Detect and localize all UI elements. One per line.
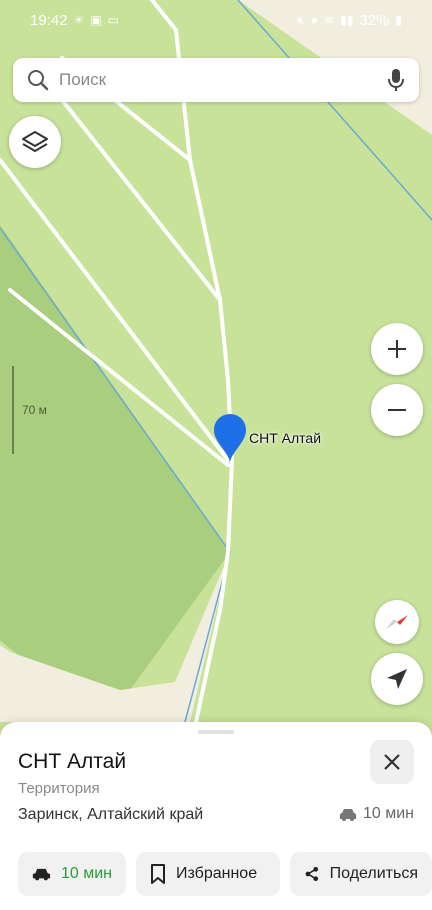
microphone-icon[interactable] bbox=[387, 68, 405, 92]
drag-handle[interactable] bbox=[198, 730, 234, 734]
search-icon bbox=[28, 70, 49, 91]
share-icon bbox=[305, 866, 319, 882]
favorite-button-label: Избранное bbox=[176, 865, 258, 882]
scale-label: 70 м bbox=[22, 403, 47, 417]
navigation-arrow-icon bbox=[387, 669, 407, 689]
travel-time: 10 мин bbox=[339, 805, 414, 823]
status-time: 19:42 bbox=[30, 11, 68, 29]
zoom-in-button[interactable] bbox=[371, 323, 423, 375]
zoom-out-button[interactable] bbox=[371, 384, 423, 436]
pin-label[interactable]: СНТ Алтай bbox=[249, 430, 321, 446]
pin-icon bbox=[214, 414, 246, 462]
brightness-icon: ☀ bbox=[73, 13, 85, 27]
compass-button[interactable] bbox=[375, 600, 419, 644]
image-icon: ▣ bbox=[90, 13, 102, 27]
place-title: СНТ Алтай bbox=[18, 750, 127, 773]
action-row: 10 мин Избранное Поделиться bbox=[18, 852, 432, 896]
share-button[interactable]: Поделиться bbox=[290, 852, 432, 896]
scale-bar bbox=[12, 366, 14, 454]
minus-icon bbox=[388, 409, 406, 411]
wifi-icon: ≋ bbox=[324, 13, 335, 27]
route-button-label: 10 мин bbox=[60, 865, 112, 882]
route-button[interactable]: 10 мин bbox=[18, 852, 126, 896]
place-type: Территория bbox=[18, 780, 100, 797]
search-input[interactable]: Поиск bbox=[59, 70, 387, 90]
favorite-button[interactable]: Избранное bbox=[136, 852, 280, 896]
compass-icon bbox=[386, 615, 408, 629]
status-bar: 19:42 ☀ ▣ ▭ 🔇︎ ● ≋ ▮▮ 32% ▮ bbox=[0, 0, 432, 40]
close-icon bbox=[384, 754, 400, 770]
place-card[interactable]: СНТ Алтай Территория Заринск, Алтайский … bbox=[0, 722, 432, 910]
battery-percent: 32% bbox=[359, 11, 390, 29]
plus-icon bbox=[388, 340, 406, 358]
battery-icon: ▮ bbox=[395, 13, 402, 27]
layers-button[interactable] bbox=[9, 116, 61, 168]
screen-icon: ▭ bbox=[107, 13, 119, 27]
map-scale: 70 м bbox=[12, 366, 52, 454]
place-address: Заринск, Алтайский край bbox=[18, 806, 204, 823]
share-button-label: Поделиться bbox=[329, 865, 418, 882]
close-button[interactable] bbox=[370, 740, 414, 784]
car-icon bbox=[339, 809, 356, 821]
car-icon bbox=[32, 868, 51, 881]
layers-icon bbox=[22, 131, 48, 152]
search-bar[interactable]: Поиск bbox=[13, 58, 419, 102]
travel-time-value: 10 мин bbox=[362, 805, 414, 822]
mute-icon: 🔇︎ bbox=[297, 12, 305, 27]
bookmark-icon bbox=[151, 864, 165, 884]
location-icon: ● bbox=[310, 13, 319, 27]
locate-button[interactable] bbox=[371, 653, 423, 705]
signal-icon: ▮▮ bbox=[340, 13, 354, 27]
